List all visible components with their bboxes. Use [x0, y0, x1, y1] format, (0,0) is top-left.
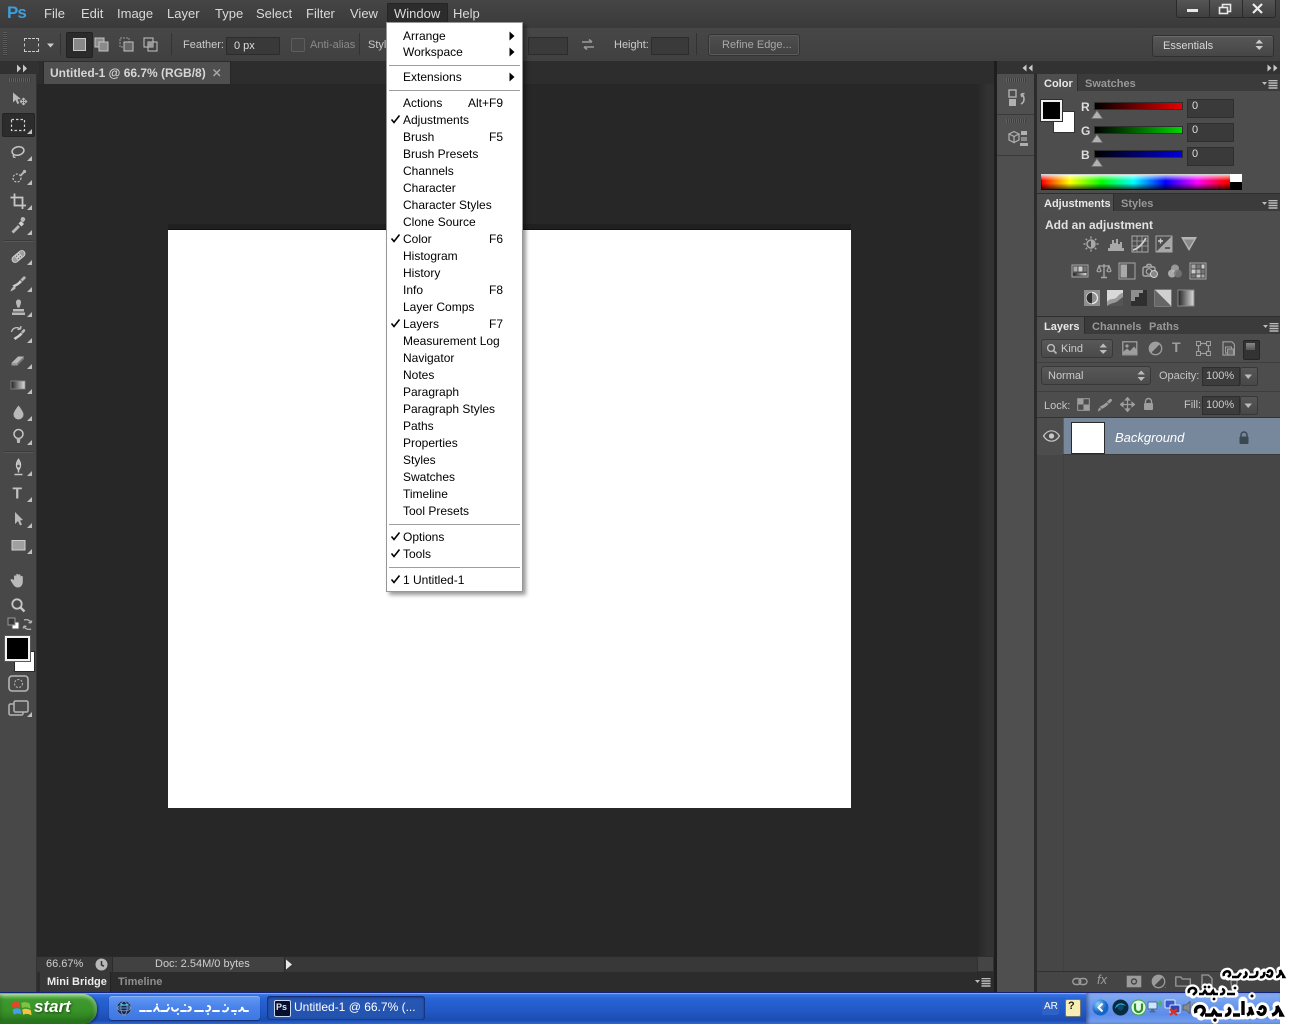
svg-text:T: T: [13, 486, 23, 503]
